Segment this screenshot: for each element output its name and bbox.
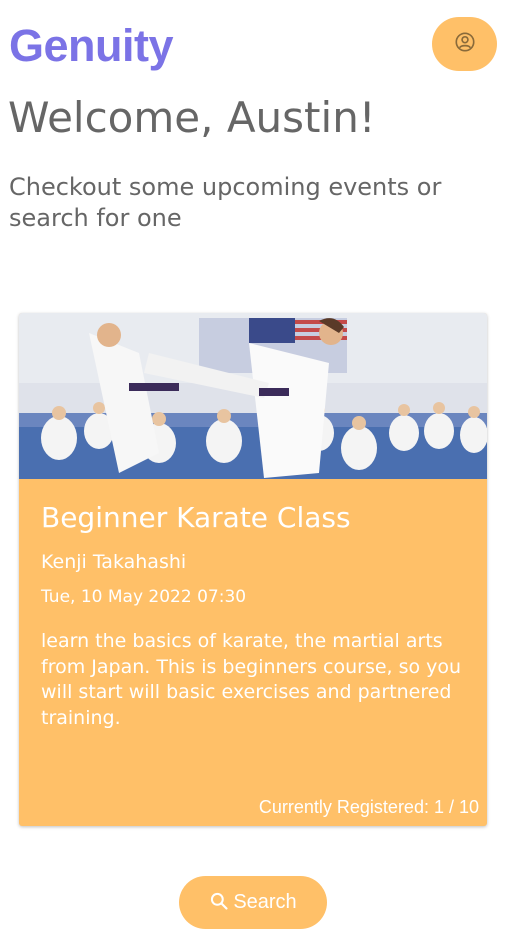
event-card[interactable]: Beginner Karate Class Kenji Takahashi Tu… xyxy=(19,313,487,826)
event-image xyxy=(19,313,487,479)
registration-count: Currently Registered: 1 / 10 xyxy=(258,797,479,817)
welcome-subtitle: Checkout some upcoming events or search … xyxy=(9,173,442,232)
event-title: Beginner Karate Class xyxy=(41,501,351,534)
account-circle-icon xyxy=(454,31,476,57)
search-button-label: Search xyxy=(233,891,297,913)
event-description: learn the basics of karate, the martial … xyxy=(41,630,462,729)
welcome-heading: Welcome, Austin! xyxy=(8,93,376,142)
event-instructor: Kenji Takahashi xyxy=(41,551,187,573)
profile-button[interactable] xyxy=(432,17,497,71)
app-logo: Genuity xyxy=(9,20,174,71)
event-datetime: Tue, 10 May 2022 07:30 xyxy=(41,587,247,607)
search-icon xyxy=(209,891,229,915)
search-button[interactable]: Search xyxy=(179,876,327,929)
